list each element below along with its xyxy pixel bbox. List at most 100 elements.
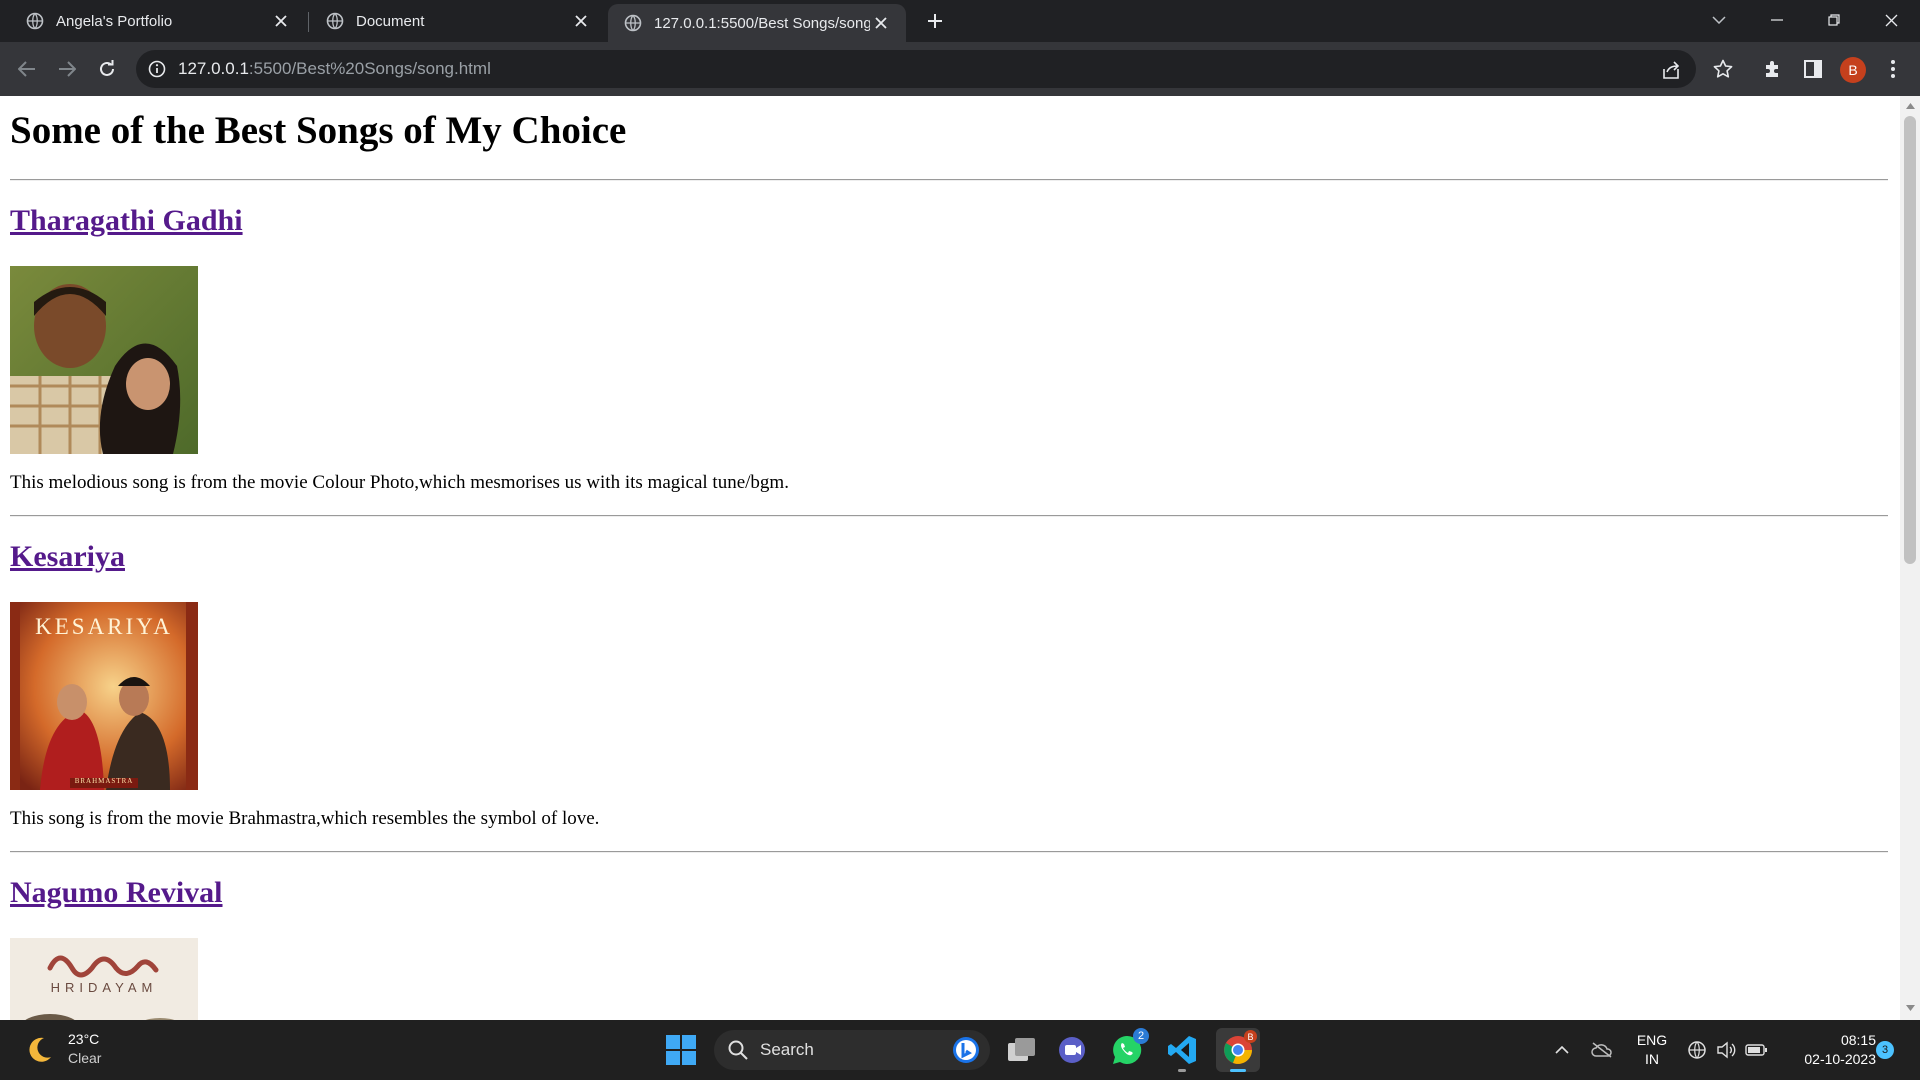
bing-icon[interactable] bbox=[952, 1036, 980, 1064]
song-link-tharagathi-gadhi[interactable]: Tharagathi Gadhi bbox=[10, 204, 243, 238]
song-link-kesariya[interactable]: Kesariya bbox=[10, 540, 125, 574]
tab-song-page[interactable]: 127.0.0.1:5500/Best Songs/song.html bbox=[608, 4, 906, 42]
globe-icon bbox=[624, 14, 642, 32]
site-info-icon[interactable] bbox=[148, 60, 166, 78]
url-host: 127.0.0.1 bbox=[178, 59, 249, 78]
whatsapp-button[interactable]: 2 bbox=[1105, 1028, 1149, 1072]
share-icon bbox=[1663, 61, 1680, 79]
chat-icon bbox=[1059, 1037, 1085, 1063]
forward-button[interactable] bbox=[52, 54, 82, 84]
start-button[interactable] bbox=[659, 1028, 703, 1072]
teams-chat-button[interactable] bbox=[1050, 1028, 1094, 1072]
scrollbar-thumb[interactable] bbox=[1904, 116, 1916, 564]
chrome-button[interactable]: B bbox=[1216, 1028, 1260, 1072]
song-description: This song is from the movie Brahmastra,w… bbox=[10, 808, 600, 829]
onedrive-button[interactable] bbox=[1590, 1038, 1614, 1062]
search-icon bbox=[728, 1040, 748, 1060]
globe-icon bbox=[326, 12, 344, 30]
notification-count-badge[interactable]: 3 bbox=[1876, 1041, 1894, 1059]
chevron-up-icon bbox=[1555, 1046, 1569, 1054]
weather-condition: Clear bbox=[68, 1050, 102, 1066]
close-window-button[interactable] bbox=[1862, 0, 1920, 40]
cover-title-text: KESARIYA bbox=[35, 614, 173, 639]
more-vertical-icon bbox=[1891, 60, 1895, 78]
globe-icon bbox=[26, 12, 44, 30]
task-view-icon bbox=[1008, 1038, 1035, 1061]
star-icon bbox=[1713, 59, 1733, 78]
url-text[interactable]: 127.0.0.1:5500/Best%20Songs/song.html bbox=[178, 59, 491, 79]
region-code: IN bbox=[1645, 1051, 1659, 1067]
close-tab-icon[interactable] bbox=[870, 12, 892, 34]
windows-logo-icon bbox=[666, 1035, 696, 1065]
show-hidden-icons-button[interactable] bbox=[1550, 1038, 1574, 1062]
vscode-icon bbox=[1168, 1036, 1196, 1064]
volume-button[interactable] bbox=[1714, 1038, 1738, 1062]
tab-title: Angela's Portfolio bbox=[56, 12, 173, 30]
arrow-right-icon bbox=[59, 61, 76, 77]
weather-temperature: 23°C bbox=[68, 1031, 100, 1047]
restore-button[interactable] bbox=[1805, 0, 1863, 40]
minimize-button[interactable] bbox=[1748, 0, 1806, 40]
tab-document[interactable]: Document bbox=[300, 0, 606, 42]
cover-subtitle-text: BRAHMASTRA bbox=[74, 777, 134, 785]
task-view-button[interactable] bbox=[1000, 1028, 1044, 1072]
song-link-nagumo-revival[interactable]: Nagumo Revival bbox=[10, 876, 223, 910]
cover-title-text: HRIDAYAM bbox=[50, 980, 158, 995]
close-tab-icon[interactable] bbox=[570, 10, 592, 32]
weather-widget[interactable]: 23°C Clear bbox=[24, 1030, 101, 1068]
back-button[interactable] bbox=[12, 54, 42, 84]
chevron-down-icon bbox=[1712, 16, 1726, 24]
language-indicator[interactable]: ENG IN bbox=[1632, 1031, 1672, 1069]
cloud-offline-icon bbox=[1591, 1042, 1612, 1058]
running-indicator bbox=[1178, 1069, 1186, 1072]
song-cover-photo: HRIDAYAM bbox=[10, 938, 198, 1020]
side-panel-button[interactable] bbox=[1800, 56, 1826, 82]
search-label: Search bbox=[760, 1040, 814, 1059]
song-cover-photo bbox=[10, 266, 198, 454]
scroll-up-arrow[interactable] bbox=[1904, 100, 1916, 112]
taskbar-search-box[interactable]: Search bbox=[714, 1030, 990, 1070]
extensions-button[interactable] bbox=[1760, 56, 1786, 82]
url-path: :5500/Best%20Songs/song.html bbox=[248, 59, 491, 78]
clock-time: 08:15 bbox=[1840, 1032, 1876, 1048]
clock[interactable]: 08:15 02-10-2023 bbox=[1780, 1031, 1876, 1069]
plus-icon bbox=[928, 14, 942, 28]
page-viewport: Some of the Best Songs of My Choice Thar… bbox=[0, 96, 1900, 1020]
side-panel-icon bbox=[1804, 60, 1822, 78]
reload-icon bbox=[100, 60, 114, 76]
tab-search-button[interactable] bbox=[1690, 0, 1748, 40]
page-title: Some of the Best Songs of My Choice bbox=[10, 109, 627, 152]
address-bar[interactable]: 127.0.0.1:5500/Best%20Songs/song.html bbox=[136, 50, 1696, 88]
profile-badge: B bbox=[1244, 1030, 1257, 1043]
speaker-icon bbox=[1717, 1041, 1736, 1059]
tab-title: Document bbox=[356, 12, 425, 30]
restore-icon bbox=[1828, 14, 1840, 26]
new-tab-button[interactable] bbox=[922, 8, 948, 34]
song-cover-photo: KESARIYA BRAHMASTRA bbox=[10, 602, 198, 790]
profile-avatar[interactable]: B bbox=[1840, 57, 1866, 83]
tab-angelas-portfolio[interactable]: Angela's Portfolio bbox=[0, 0, 306, 42]
scroll-down-arrow[interactable] bbox=[1904, 1002, 1916, 1014]
language-code: ENG bbox=[1636, 1032, 1668, 1048]
moon-icon bbox=[29, 1037, 51, 1062]
notification-badge: 2 bbox=[1133, 1028, 1149, 1044]
divider bbox=[10, 851, 1888, 853]
reload-button[interactable] bbox=[92, 54, 122, 84]
puzzle-icon bbox=[1766, 61, 1778, 77]
page-scrollbar[interactable] bbox=[1900, 96, 1920, 1020]
close-tab-icon[interactable] bbox=[270, 10, 292, 32]
vscode-button[interactable] bbox=[1160, 1028, 1204, 1072]
share-button[interactable] bbox=[1660, 59, 1682, 81]
network-button[interactable] bbox=[1685, 1038, 1709, 1062]
windows-taskbar: 23°C Clear Search 2 B ENG IN 08:15 02-10… bbox=[0, 1020, 1920, 1080]
battery-button[interactable] bbox=[1744, 1038, 1768, 1062]
profile-initial: B bbox=[1848, 62, 1858, 78]
browser-tab-bar: Angela's Portfolio Document 127.0.0.1:55… bbox=[0, 0, 1920, 42]
menu-button[interactable] bbox=[1880, 56, 1906, 82]
globe-network-icon bbox=[1688, 1041, 1706, 1059]
bookmark-button[interactable] bbox=[1710, 56, 1736, 82]
divider bbox=[10, 179, 1888, 181]
close-icon bbox=[1885, 14, 1897, 26]
battery-icon bbox=[1745, 1044, 1767, 1056]
tab-title: 127.0.0.1:5500/Best Songs/song.html bbox=[654, 14, 870, 32]
